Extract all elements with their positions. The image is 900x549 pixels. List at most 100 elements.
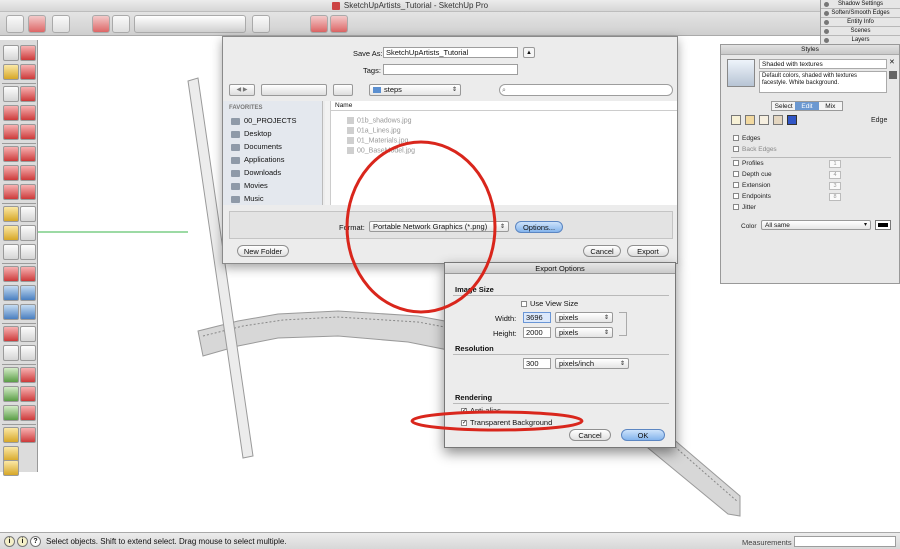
eraser-icon[interactable] <box>20 64 36 80</box>
transparent-background-option[interactable]: ✓ Transparent Background <box>461 418 552 427</box>
circle-icon[interactable] <box>3 124 19 140</box>
standard-views-icon[interactable] <box>134 15 246 33</box>
select-tool-icon[interactable] <box>6 15 24 33</box>
rotate-icon[interactable] <box>3 165 19 181</box>
offset-icon[interactable] <box>20 184 36 200</box>
format-select[interactable]: Portable Network Graphics (*.png) ⇕ <box>369 221 509 232</box>
profiles-checkbox[interactable] <box>733 160 739 167</box>
expand-dialog-button[interactable]: ▲ <box>523 47 535 58</box>
tape-measure-icon[interactable] <box>3 206 19 222</box>
endpoints-option[interactable]: Endpoints <box>733 193 771 200</box>
style-description-field[interactable]: Default colors, shaded with textures fac… <box>759 71 887 93</box>
tab-select[interactable]: Select <box>772 102 795 110</box>
orbit-icon[interactable] <box>3 266 19 282</box>
height-unit-select[interactable]: pixels ⇕ <box>555 327 613 338</box>
new-folder-button[interactable]: New Folder <box>237 245 289 257</box>
walk-icon[interactable] <box>20 326 36 342</box>
pencil-tool-icon[interactable] <box>52 15 70 33</box>
previous-view-icon[interactable] <box>20 304 36 320</box>
sidebar-item-documents[interactable]: Documents <box>231 142 282 151</box>
help-icon[interactable]: ? <box>30 536 41 547</box>
anti-alias-option[interactable]: ✓ Anti-alias <box>461 406 501 415</box>
extension-option[interactable]: Extension <box>733 182 771 189</box>
resolution-field[interactable]: 300 <box>523 358 551 369</box>
follow-me-icon[interactable] <box>20 165 36 181</box>
file-row[interactable]: 01a_Lines.jpg <box>347 127 401 134</box>
jitter-checkbox[interactable] <box>733 204 739 211</box>
sandbox-scratch-icon[interactable] <box>20 367 36 383</box>
view-mode-buttons[interactable] <box>261 84 327 96</box>
freehand-icon[interactable] <box>20 86 36 102</box>
pan-icon[interactable] <box>20 266 36 282</box>
zoom-extents-side-icon[interactable] <box>3 304 19 320</box>
jitter-option[interactable]: Jitter <box>733 204 756 211</box>
dimension-icon[interactable] <box>20 206 36 222</box>
make-component-icon[interactable] <box>20 45 36 61</box>
warehouse-icon[interactable] <box>310 15 328 33</box>
width-unit-select[interactable]: pixels ⇕ <box>555 312 613 323</box>
position-camera-icon[interactable] <box>3 326 19 342</box>
measurements-field[interactable] <box>794 536 896 547</box>
sidebar-item-downloads[interactable]: Downloads <box>231 168 281 177</box>
options-button[interactable]: Options... <box>515 221 563 233</box>
extension-value[interactable]: 3 <box>829 182 841 190</box>
rectangle-icon[interactable] <box>3 105 19 121</box>
file-row[interactable]: 01b_shadows.jpg <box>347 117 412 124</box>
save-as-field[interactable]: SketchUpArtists_Tutorial <box>383 47 518 58</box>
paint-bucket-icon[interactable] <box>92 15 110 33</box>
zoom-icon[interactable] <box>3 285 19 301</box>
transparent-background-checkbox[interactable]: ✓ <box>461 420 467 427</box>
3d-text-icon[interactable] <box>20 244 36 260</box>
aspect-lock-icon[interactable] <box>619 312 627 336</box>
cancel-button[interactable]: Cancel <box>583 245 621 257</box>
endpoints-value[interactable]: 8 <box>829 193 841 201</box>
watermark-settings-icon[interactable] <box>773 115 783 125</box>
anti-alias-checkbox[interactable]: ✓ <box>461 408 467 415</box>
arrange-button[interactable] <box>333 84 353 96</box>
tags-field[interactable] <box>383 64 518 75</box>
profiles-option[interactable]: Profiles <box>733 160 764 167</box>
line-tool-icon[interactable] <box>3 86 19 102</box>
back-edges-checkbox[interactable] <box>733 146 739 153</box>
depth-cue-option[interactable]: Depth cue <box>733 171 772 178</box>
axes-icon[interactable] <box>3 244 19 260</box>
look-around-icon[interactable] <box>3 345 19 361</box>
credits-icon[interactable]: i <box>17 536 28 547</box>
resolution-unit-select[interactable]: pixels/inch ⇕ <box>555 358 629 369</box>
edge-settings-icon[interactable] <box>731 115 741 125</box>
drape-icon[interactable] <box>3 405 19 421</box>
tab-mix[interactable]: Mix <box>819 102 842 110</box>
zoom-window-icon[interactable] <box>20 285 36 301</box>
flip-edge-icon[interactable] <box>3 427 19 443</box>
export-button[interactable]: Export <box>627 245 669 257</box>
extension-checkbox[interactable] <box>733 182 739 189</box>
stamp-icon[interactable] <box>20 386 36 402</box>
back-forward-buttons[interactable]: ◀ ▶ <box>229 84 255 96</box>
depth-cue-checkbox[interactable] <box>733 171 739 178</box>
tray-entity-info[interactable]: Entity Info <box>821 18 900 27</box>
text-tool-icon[interactable] <box>20 225 36 241</box>
modeling-settings-icon[interactable] <box>787 115 797 125</box>
name-column-header[interactable]: Name <box>331 101 677 111</box>
zoom-extents-icon[interactable] <box>112 15 130 33</box>
edge-color-swatch[interactable] <box>875 220 891 230</box>
export-options-ok-button[interactable]: OK <box>621 429 665 441</box>
polygon-icon[interactable] <box>20 124 36 140</box>
move-icon[interactable] <box>3 146 19 162</box>
search-field[interactable]: ⌕ <box>499 84 673 96</box>
use-view-size-checkbox[interactable] <box>521 301 527 308</box>
intersect-icon[interactable] <box>3 460 19 476</box>
sidebar-item-00-projects[interactable]: 00_PROJECTS <box>231 116 297 125</box>
height-field[interactable]: 2000 <box>523 327 551 338</box>
tray-soften-edges[interactable]: Soften/Smooth Edges <box>821 9 900 18</box>
scale-icon[interactable] <box>3 184 19 200</box>
background-settings-icon[interactable] <box>759 115 769 125</box>
edge-color-select[interactable]: All same ▾ <box>761 220 871 230</box>
sandbox-contours-icon[interactable] <box>3 367 19 383</box>
style-name-field[interactable]: Shaded with textures <box>759 59 887 69</box>
solid-tools-icon[interactable] <box>20 427 36 443</box>
back-edges-option[interactable]: Back Edges <box>733 146 777 153</box>
smoove-icon[interactable] <box>3 386 19 402</box>
tray-shadow-settings[interactable]: Shadow Settings <box>821 0 900 9</box>
tray-scenes[interactable]: Scenes <box>821 27 900 36</box>
